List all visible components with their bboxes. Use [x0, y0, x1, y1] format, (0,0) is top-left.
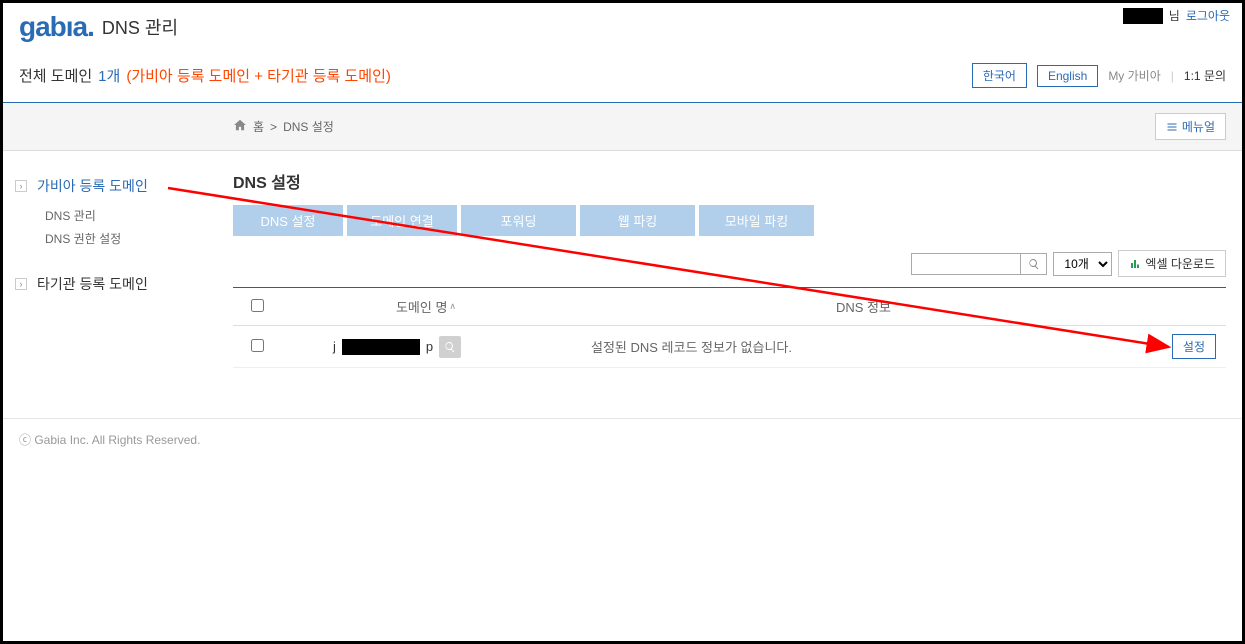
- sidebar-item-label: 타기관 등록 도메인: [37, 274, 148, 294]
- tab-dns-setting[interactable]: DNS 설정: [233, 205, 343, 236]
- th-domain-label: 도메인 명: [396, 297, 447, 316]
- logo[interactable]: gabıa.: [19, 11, 94, 43]
- row-checkbox[interactable]: [251, 339, 264, 352]
- manual-button[interactable]: 메뉴얼: [1155, 113, 1226, 140]
- content-title: DNS 설정: [233, 169, 1226, 193]
- tab-domain-connect[interactable]: 도메인 연결: [347, 205, 457, 236]
- domain-suffix: p: [426, 339, 433, 354]
- breadcrumb-current: DNS 설정: [283, 118, 334, 135]
- search-icon: [444, 341, 456, 353]
- excel-button-label: 엑셀 다운로드: [1145, 255, 1215, 272]
- inquiry-link[interactable]: 1:1 문의: [1184, 67, 1226, 84]
- domain-name-redacted: [342, 339, 420, 355]
- page-size-select[interactable]: 10개: [1053, 252, 1112, 276]
- search-icon: [1028, 258, 1040, 270]
- username-redacted: [1123, 8, 1163, 24]
- user-suffix: 님: [1169, 7, 1180, 24]
- separator: |: [1171, 69, 1174, 83]
- th-domain-name[interactable]: 도메인 명 ∧: [281, 297, 571, 316]
- page-title: DNS 관리: [102, 14, 178, 40]
- chevron-right-icon: ›: [15, 180, 27, 192]
- breadcrumb: 홈 > DNS 설정: [233, 118, 334, 135]
- sidebar-sub-dns-manage[interactable]: DNS 관리: [15, 207, 217, 224]
- sort-asc-icon: ∧: [449, 301, 456, 312]
- breadcrumb-home[interactable]: 홈: [253, 118, 264, 135]
- total-domain-count: 1개: [98, 65, 120, 86]
- chevron-right-icon: ›: [15, 278, 27, 290]
- th-dns-info: DNS 정보: [571, 297, 1156, 316]
- dns-info-text: 설정된 DNS 레코드 정보가 없습니다.: [571, 337, 1156, 356]
- search-box: [911, 253, 1047, 275]
- sidebar-item-label: 가비아 등록 도메인: [37, 176, 148, 196]
- excel-download-button[interactable]: 엑셀 다운로드: [1118, 250, 1226, 277]
- lang-english-button[interactable]: English: [1037, 65, 1098, 87]
- copyright-text: ⓒ Gabia Inc. All Rights Reserved.: [19, 433, 200, 447]
- domain-source-paren: (가비아 등록 도메인 + 타기관 등록 도메인): [126, 65, 391, 86]
- configure-button[interactable]: 설정: [1172, 334, 1216, 359]
- tab-web-parking[interactable]: 웹 파킹: [580, 205, 695, 236]
- search-button[interactable]: [1020, 254, 1046, 274]
- sidebar-item-other-domain[interactable]: › 타기관 등록 도메인: [15, 269, 217, 299]
- manual-button-label: 메뉴얼: [1182, 118, 1215, 135]
- domain-prefix: j: [333, 339, 336, 354]
- home-icon[interactable]: [233, 118, 247, 135]
- select-all-checkbox[interactable]: [251, 299, 264, 312]
- chart-icon: [1129, 258, 1141, 270]
- search-input[interactable]: [912, 254, 1020, 274]
- tab-forwarding[interactable]: 포워딩: [461, 205, 576, 236]
- footer: ⓒ Gabia Inc. All Rights Reserved.: [3, 418, 1242, 460]
- table-header: 도메인 명 ∧ DNS 정보: [233, 288, 1226, 326]
- my-gabia-link[interactable]: My 가비아: [1108, 67, 1160, 84]
- breadcrumb-sep: >: [270, 120, 277, 134]
- lang-korean-button[interactable]: 한국어: [972, 63, 1027, 88]
- total-domain-label: 전체 도메인: [19, 65, 92, 86]
- tab-mobile-parking[interactable]: 모바일 파킹: [699, 205, 814, 236]
- sidebar-sub-dns-auth[interactable]: DNS 권한 설정: [15, 230, 217, 247]
- domain-search-button[interactable]: [439, 336, 461, 358]
- list-icon: [1166, 121, 1178, 133]
- sidebar-item-gabia-domain[interactable]: › 가비아 등록 도메인: [15, 171, 217, 201]
- logout-link[interactable]: 로그아웃: [1186, 7, 1230, 24]
- table-row: j p 설정된 DNS 레코드 정보가 없습니다. 설정: [233, 326, 1226, 368]
